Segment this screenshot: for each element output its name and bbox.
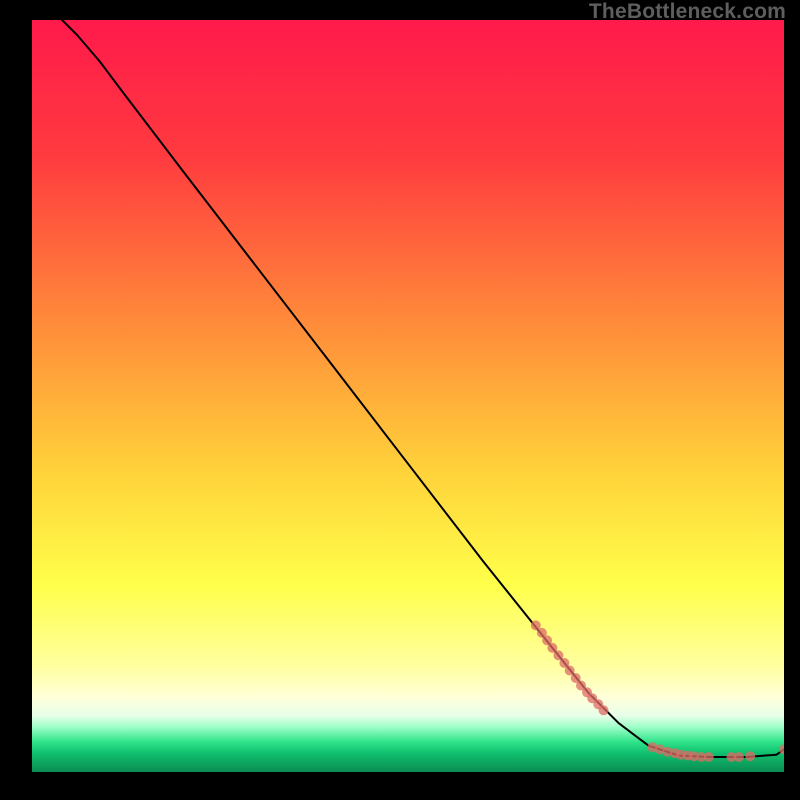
data-point bbox=[734, 752, 744, 762]
gradient-background bbox=[32, 20, 784, 772]
chart-stage: TheBottleneck.com bbox=[0, 0, 800, 800]
plot-area bbox=[32, 20, 784, 772]
chart-svg bbox=[32, 20, 784, 772]
data-point bbox=[704, 752, 714, 762]
data-point bbox=[745, 751, 755, 761]
data-point bbox=[599, 705, 609, 715]
